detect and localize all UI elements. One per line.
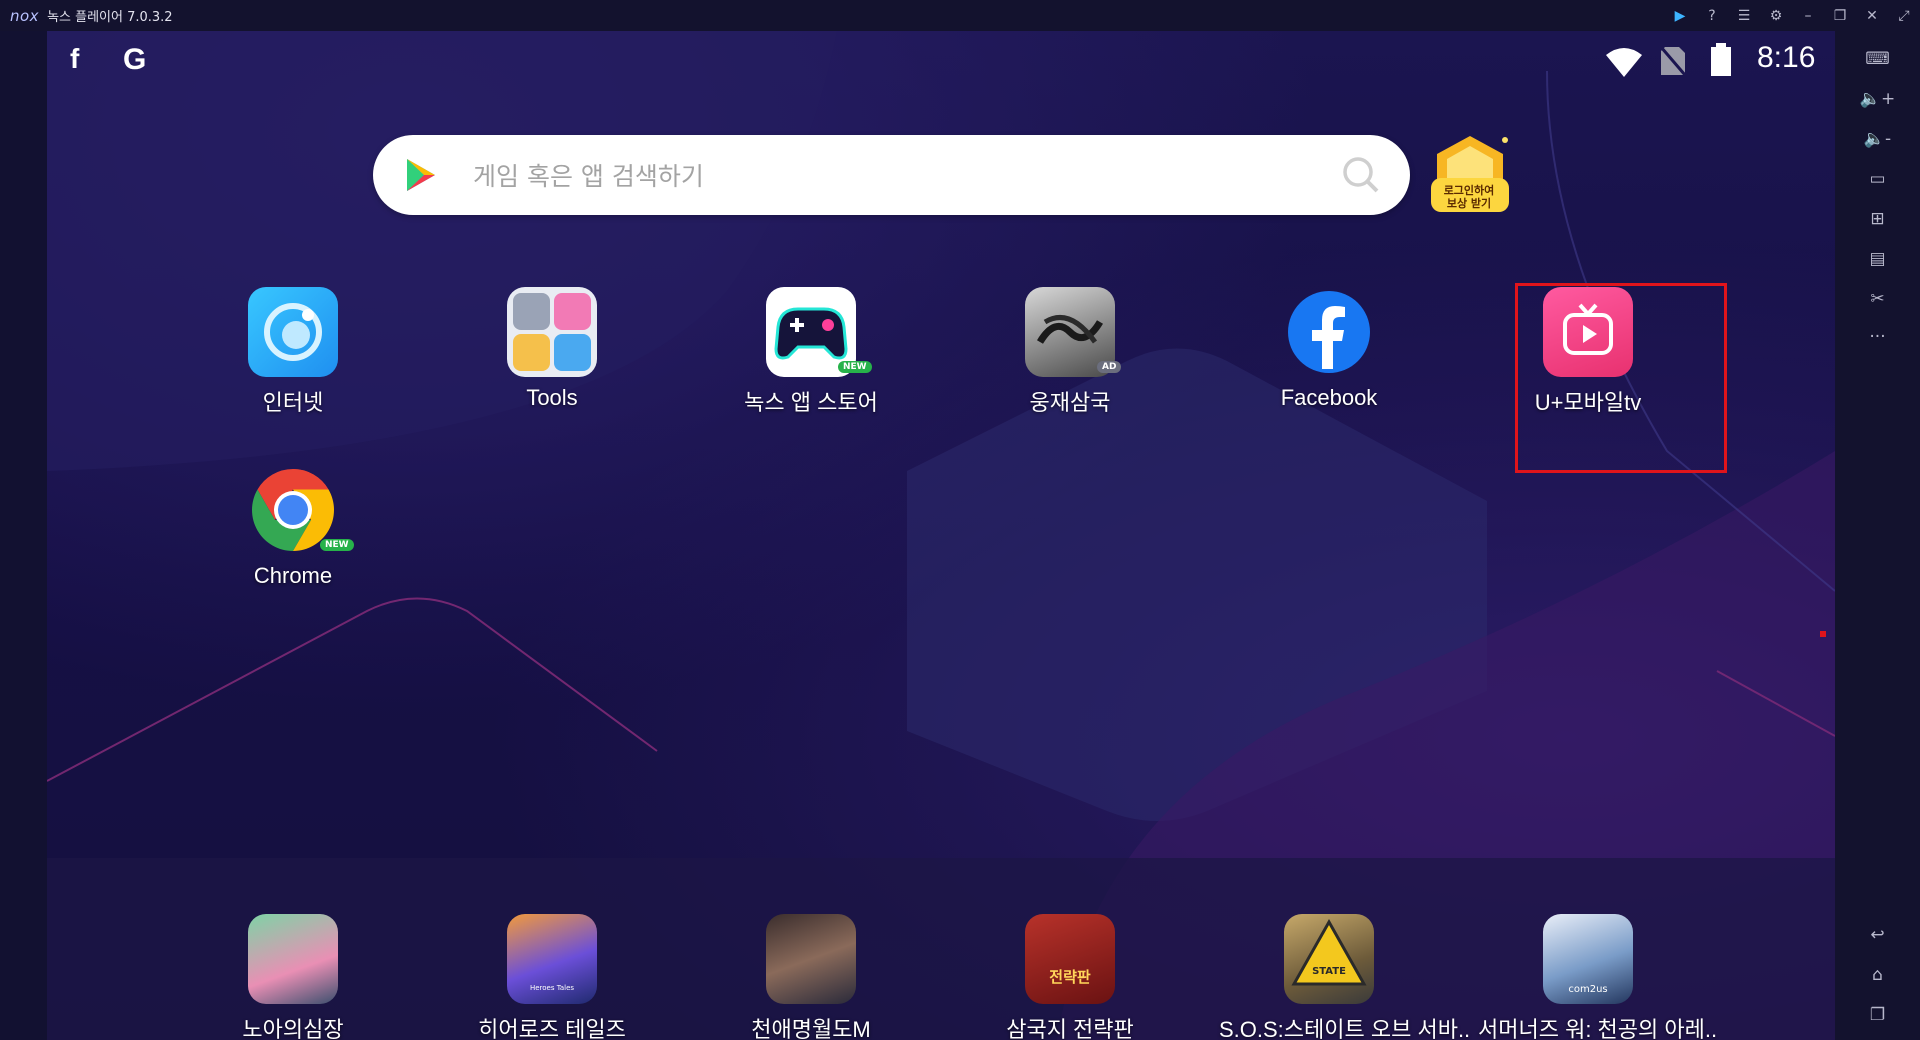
title-bar: nox 녹스 플레이어 7.0.3.2 ▶ ? ☰ ⚙ – ❐ ✕ ⤢ [0,0,1920,31]
more-icon[interactable]: ··· [1835,327,1920,347]
icon-caption: 전략판 [1049,968,1091,986]
help-icon[interactable]: ? [1696,8,1728,24]
app-label: S.O.S:스테이트 오브 서바.. [1219,1017,1471,1040]
selection-highlight [1515,283,1727,473]
new-badge: NEW [838,361,872,373]
ad-badge: AD [1097,361,1122,373]
screenshot-icon[interactable]: ✂ [1835,289,1920,309]
volume-down-icon[interactable]: 🔈- [1835,129,1920,149]
facebook-icon[interactable]: f [70,43,79,75]
reward-label: 로그인하여 보상 받기 [1431,184,1507,210]
red-marker [1820,631,1826,637]
app-label: 삼국지 전략판 [1006,1017,1134,1040]
google-play-icon [407,159,435,191]
game-icon [248,914,338,1004]
title-bar-controls: ▶ ? ☰ ⚙ – ❐ ✕ ⤢ [1664,0,1920,31]
right-toolbar: ⌨ 🔈+ 🔈- ▭ ⊞ ▤ ✂ ··· ↩ ⌂ ❐ [1835,31,1920,1040]
play-store-icon[interactable]: ▶ [1664,8,1696,24]
game-icon: com2us [1543,914,1633,1004]
icon-caption: com2us [1568,984,1608,995]
app-label: Facebook [1280,385,1378,410]
game-icon: STATE [1284,914,1374,1004]
facebook-app-icon [1284,287,1374,377]
reward-label-line1: 로그인하여 [1443,184,1495,197]
reward-label-line2: 보상 받기 [1446,197,1492,210]
nox-player-window: nox 녹스 플레이어 7.0.3.2 ▶ ? ☰ ⚙ – ❐ ✕ ⤢ ⌨ 🔈+… [0,0,1920,1040]
settings-icon[interactable]: ⚙ [1760,8,1792,24]
icon-caption: Heroes Tales [529,984,575,992]
app-label: 녹스 앱 스토어 [744,390,878,415]
keyboard-icon[interactable]: ⌨ [1835,49,1920,69]
search-icon[interactable] [1341,155,1381,195]
restore-icon[interactable]: ❐ [1824,8,1856,24]
game-icon: Heroes Tales [507,914,597,1004]
app-label: 천애명월도M [751,1017,871,1040]
minimize-icon[interactable]: – [1792,8,1824,24]
menu-icon[interactable]: ☰ [1728,8,1760,24]
login-reward-button[interactable]: 로그인하여 보상 받기 [1425,132,1515,220]
clock: 8:16 [1757,41,1816,74]
game-icon: 전략판 [1025,914,1115,1004]
multi-instance-icon[interactable]: ▤ [1835,249,1920,269]
volume-up-icon[interactable]: 🔈+ [1835,89,1920,109]
icon-caption: STATE [1312,966,1346,977]
home-icon[interactable]: ⌂ [1835,965,1920,985]
no-sim-icon [1659,46,1687,76]
recent-apps-icon[interactable]: ❐ [1835,1005,1920,1025]
search-bar[interactable]: 게임 혹은 앱 검색하기 [373,135,1410,215]
new-badge: NEW [320,539,354,551]
window-title: 녹스 플레이어 7.0.3.2 [47,10,173,25]
app-label: Tools [526,385,578,410]
app-label: 히어로즈 테일즈 [478,1017,626,1040]
app-label: 인터넷 [262,390,324,415]
screen-icon[interactable]: ▭ [1835,169,1920,189]
game-icon [766,914,856,1004]
browser-icon [248,287,338,377]
app-label: 서머너즈 워: 천공의 아레.. [1478,1017,1718,1040]
nox-logo: nox [10,6,40,25]
dock: 노아의심장 Heroes Tales 히어로즈 테일즈 천애명월도M 전략판 삼… [47,858,1835,1040]
battery-icon [1711,43,1731,76]
wifi-icon [1606,48,1642,77]
tools-folder-icon [507,287,597,377]
android-home-screen: f G 8:16 게임 혹은 앱 검색하기 로그인하여 보상 받기 인터넷 To… [47,31,1835,1040]
add-apk-icon[interactable]: ⊞ [1835,209,1920,229]
search-placeholder: 게임 혹은 앱 검색하기 [473,162,704,191]
app-label: 웅재삼국 [1029,390,1111,415]
google-icon[interactable]: G [123,43,146,77]
app-label: 노아의심장 [242,1017,344,1040]
back-icon[interactable]: ↩ [1835,925,1920,945]
fullscreen-icon[interactable]: ⤢ [1888,8,1920,24]
close-icon[interactable]: ✕ [1856,8,1888,24]
app-label: Chrome [253,563,333,588]
